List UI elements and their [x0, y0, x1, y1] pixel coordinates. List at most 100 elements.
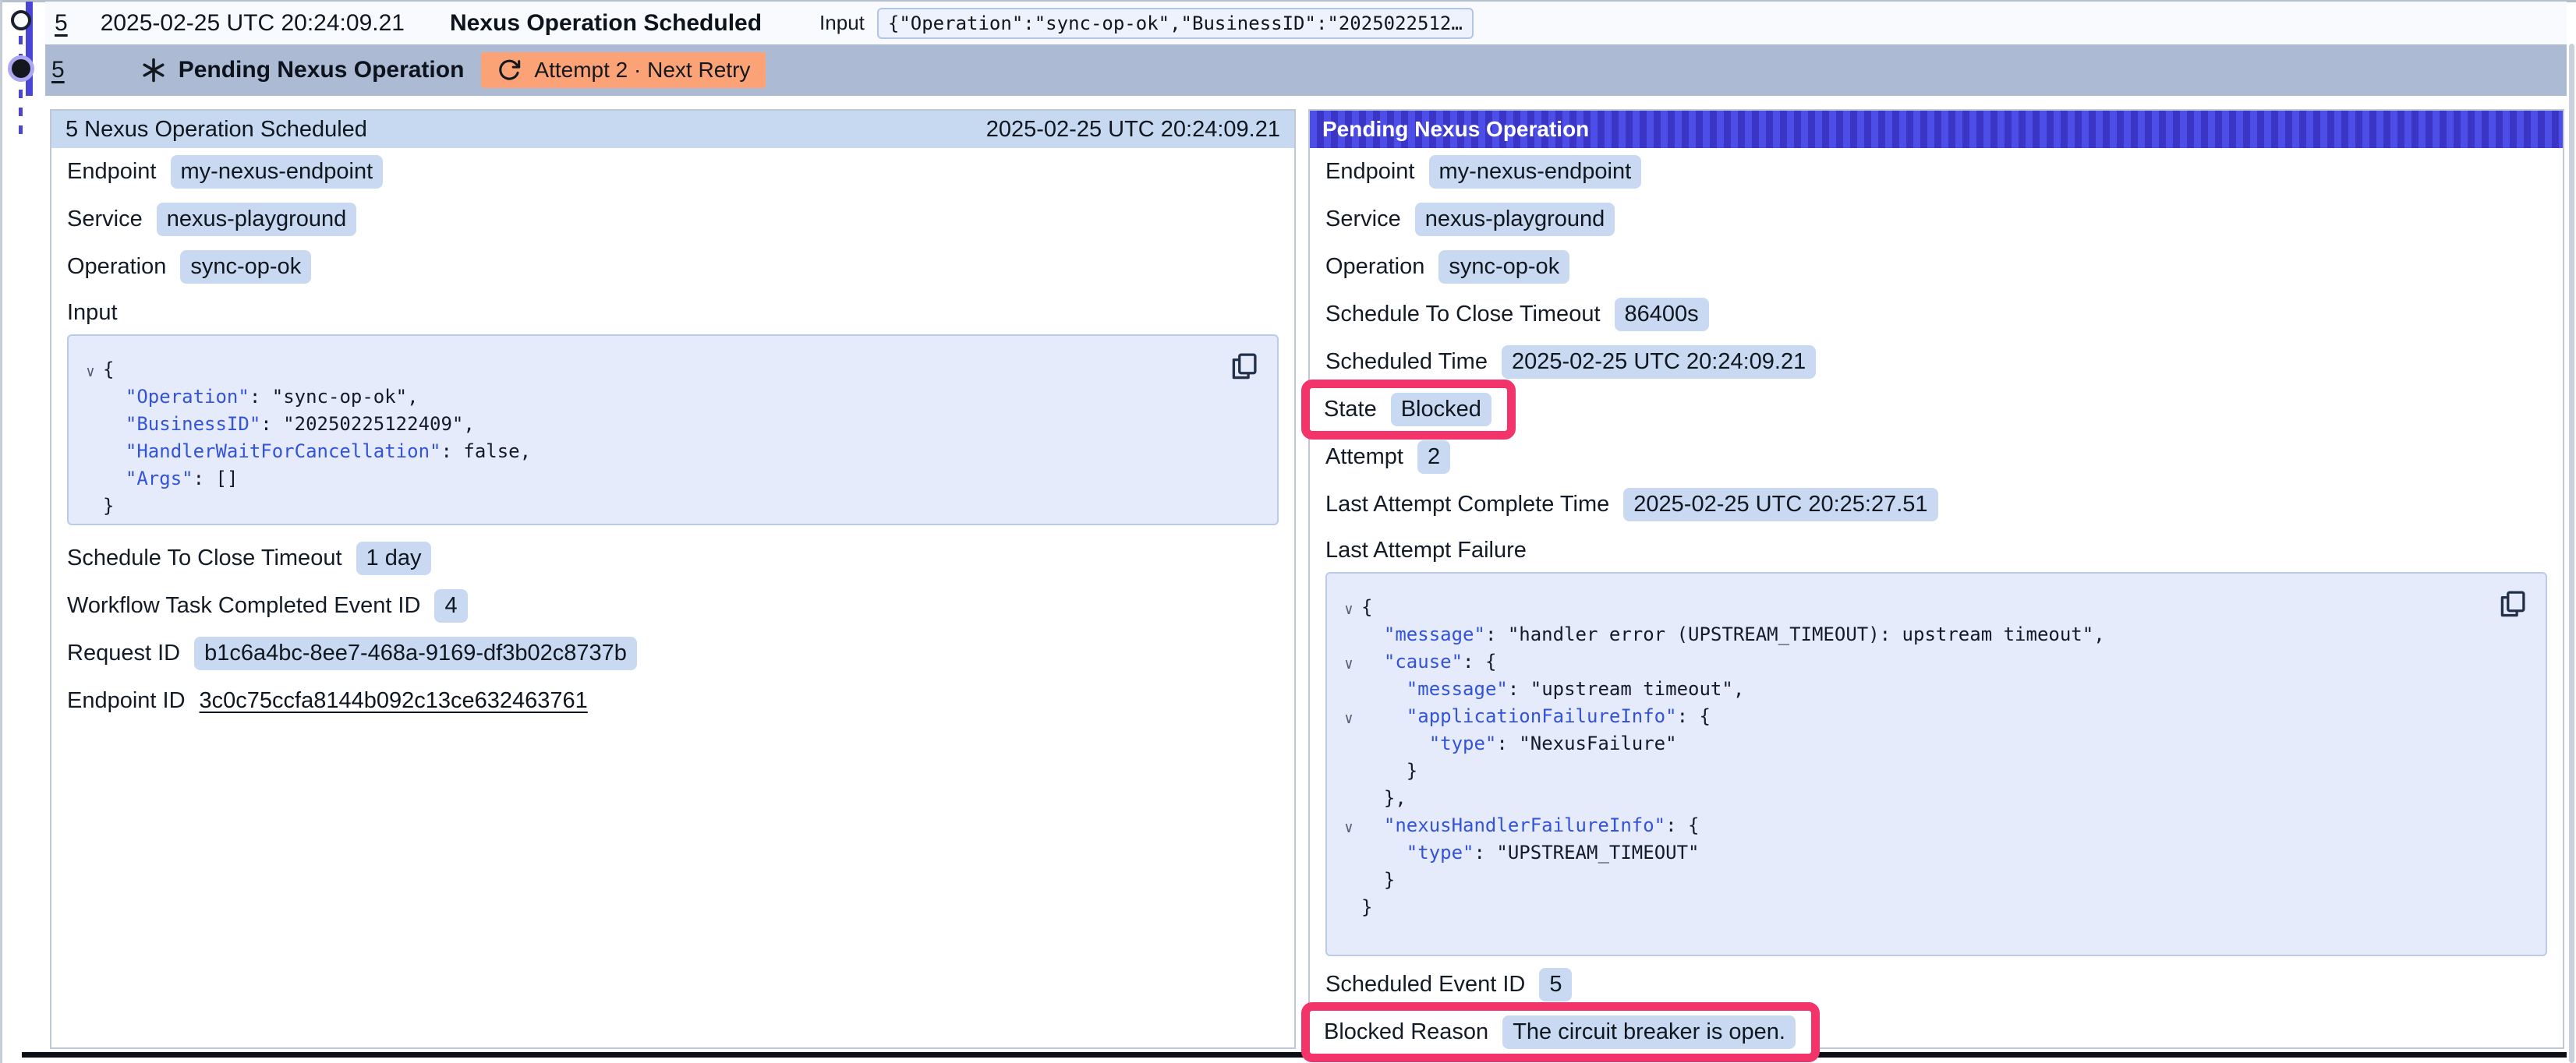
code-text: }	[1361, 867, 1395, 894]
panel-title: 5 Nexus Operation Scheduled	[65, 117, 367, 143]
json-key: "type"	[1429, 733, 1497, 754]
copy-icon[interactable]	[1227, 350, 1260, 383]
json-key: "applicationFailureInfo"	[1407, 705, 1677, 727]
json-text: }	[103, 495, 114, 517]
json-text: : {	[1665, 814, 1699, 836]
code-line: }	[1336, 894, 2499, 921]
field-value-link[interactable]: 3c0c75ccfa8144b092c13ce632463761	[200, 688, 588, 714]
field-label: Endpoint	[67, 159, 157, 185]
field-value-chip: sync-op-ok	[1438, 250, 1569, 284]
input-label: Input	[819, 11, 865, 35]
code-text: "HandlerWaitForCancellation": false,	[103, 438, 531, 465]
code-line: },	[1336, 785, 2499, 812]
field-row-workflow-task-completed-event-id: Workflow Task Completed Event ID4	[67, 582, 1279, 630]
code-line: "HandlerWaitForCancellation": false,	[78, 438, 1230, 465]
field-value-chip: 4	[434, 589, 467, 623]
event-row-scheduled[interactable]: 5 2025-02-25 UTC 20:24:09.21 Nexus Opera…	[45, 2, 2567, 44]
window-left-border	[0, 0, 2, 1063]
field-label: Scheduled Time	[1325, 349, 1488, 375]
field-row-operation: Operationsync-op-ok	[67, 243, 1279, 291]
collapse-chevron-icon[interactable]: ∨	[1336, 651, 1361, 678]
code-line: "message": "handler error (UPSTREAM_TIME…	[1336, 621, 2499, 648]
code-text: {	[1361, 594, 1372, 621]
json-text: : []	[193, 468, 239, 489]
field-value-chip: my-nexus-endpoint	[171, 155, 384, 189]
code-gutter	[1336, 869, 1361, 896]
json-text: : "sync-op-ok",	[249, 386, 419, 408]
code-text: "cause": {	[1361, 648, 1496, 676]
json-key: "message"	[1384, 623, 1485, 645]
field-row-request-id: Request IDb1c6a4bc-8ee7-468a-9169-df3b02…	[67, 630, 1279, 677]
copy-icon[interactable]	[2496, 588, 2528, 620]
code-gutter	[1336, 760, 1361, 787]
collapse-chevron-icon[interactable]: ∨	[1336, 814, 1361, 842]
panel-header: 5 Nexus Operation Scheduled 2025-02-25 U…	[51, 111, 1294, 148]
code-line: }	[1336, 867, 2499, 894]
code-gutter	[1336, 733, 1361, 760]
code-line: ∨"applicationFailureInfo": {	[1336, 703, 2499, 730]
code-line: ∨{	[78, 356, 1230, 383]
failure-section-label: Last Attempt Failure	[1325, 528, 2547, 572]
vertical-scrollbar[interactable]	[2569, 44, 2574, 1063]
code-line: ∨"cause": {	[1336, 648, 2499, 676]
code-text: },	[1361, 785, 1407, 812]
failure-json-viewer: ∨{"message": "handler error (UPSTREAM_TI…	[1325, 572, 2547, 956]
json-text: }	[1407, 760, 1417, 782]
code-line: "type": "UPSTREAM_TIMEOUT"	[1336, 839, 2499, 867]
field-value-chip: 86400s	[1615, 298, 1709, 331]
field-row-service: Servicenexus-playground	[67, 196, 1279, 243]
code-text: "BusinessID": "20250225122409",	[103, 411, 475, 438]
field-row-state: StateBlocked	[1325, 386, 2547, 433]
retry-badge-label: Attempt 2 · Next Retry	[534, 58, 750, 83]
json-text: : "handler error (UPSTREAM_TIMEOUT): ups…	[1485, 623, 2105, 645]
timeline-connector	[19, 36, 23, 137]
code-gutter	[78, 386, 103, 413]
field-label: Attempt	[1325, 444, 1403, 470]
collapse-chevron-icon[interactable]: ∨	[1336, 705, 1361, 733]
json-key: "Operation"	[126, 386, 249, 408]
json-text: : {	[1463, 651, 1496, 673]
field-row-blocked-reason: Blocked ReasonThe circuit breaker is ope…	[1325, 1008, 2547, 1056]
input-preview-chip[interactable]: {"Operation":"sync-op-ok","BusinessID":"…	[877, 8, 1474, 39]
field-row-operation: Operationsync-op-ok	[1325, 243, 2547, 291]
code-text: }	[103, 493, 114, 520]
code-text: "message": "upstream timeout",	[1361, 676, 1744, 703]
details-panel-scheduled: 5 Nexus Operation Scheduled 2025-02-25 U…	[50, 109, 1296, 1049]
json-text: {	[1361, 596, 1372, 618]
json-text: : "UPSTREAM_TIMEOUT"	[1474, 842, 1700, 863]
json-key: "nexusHandlerFailureInfo"	[1384, 814, 1665, 836]
code-text: "nexusHandlerFailureInfo": {	[1361, 812, 1699, 839]
json-text: }	[1384, 869, 1395, 891]
json-text: : "20250225122409",	[260, 413, 475, 435]
code-text: "applicationFailureInfo": {	[1361, 703, 1711, 730]
code-gutter	[78, 495, 103, 522]
collapse-chevron-icon[interactable]: ∨	[1336, 596, 1361, 623]
json-text: }	[1361, 896, 1372, 918]
code-line: "BusinessID": "20250225122409",	[78, 411, 1230, 438]
code-text: }	[1361, 894, 1372, 921]
json-text: : false,	[441, 440, 531, 462]
event-timestamp: 2025-02-25 UTC 20:24:09.21	[101, 10, 405, 37]
code-line: }	[1336, 758, 2499, 785]
json-text: : "NexusFailure"	[1496, 733, 1676, 754]
input-section-label: Input	[67, 291, 1279, 334]
code-text: "type": "UPSTREAM_TIMEOUT"	[1361, 839, 1699, 867]
highlight-annotation: StateBlocked	[1301, 380, 1516, 440]
field-row-endpoint: Endpoint my-nexus-endpoint	[67, 148, 1279, 196]
retry-badge: Attempt 2 · Next Retry	[481, 52, 766, 88]
code-gutter	[78, 468, 103, 495]
code-line: ∨"nexusHandlerFailureInfo": {	[1336, 812, 2499, 839]
field-value-chip: 2	[1417, 440, 1450, 474]
event-id-link[interactable]: 5	[51, 57, 65, 83]
input-json-viewer: ∨{ "Operation": "sync-op-ok", "BusinessID"…	[67, 334, 1279, 525]
field-label: Endpoint ID	[67, 688, 186, 714]
field-label: Operation	[67, 254, 166, 280]
event-id-link[interactable]: 5	[55, 10, 68, 37]
collapse-chevron-icon[interactable]: ∨	[78, 358, 103, 386]
json-key: "cause"	[1384, 651, 1463, 673]
field-label: Endpoint	[1325, 159, 1415, 185]
field-value-chip: nexus-playground	[1415, 203, 1615, 236]
code-text: "Args": []	[103, 465, 238, 493]
code-text: }	[1361, 758, 1417, 785]
event-row-pending[interactable]: 5 Pending Nexus Operation Attempt 2 · Ne…	[45, 44, 2567, 96]
